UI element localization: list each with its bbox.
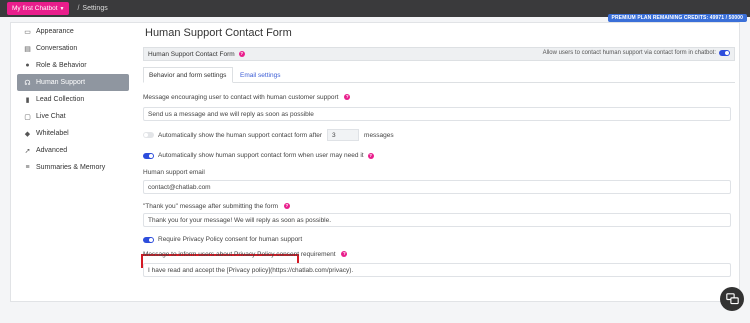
headset-icon: ☊ bbox=[24, 79, 31, 87]
settings-sidebar: ▭ Appearance ▤ Conversation ● Role & Beh… bbox=[17, 23, 129, 176]
thank-you-message-label: "Thank you" message after submitting the… bbox=[143, 203, 290, 210]
input-value: I have read and accept the [Privacy poli… bbox=[148, 266, 354, 274]
sidebar-item-advanced[interactable]: ➚ Advanced bbox=[17, 142, 129, 159]
tab-behavior-form-settings[interactable]: Behavior and form settings bbox=[143, 67, 233, 83]
allow-contact-form-toggle[interactable] bbox=[719, 50, 730, 56]
privacy-consent-label: Require Privacy Policy consent for human… bbox=[158, 236, 303, 243]
support-chat-button[interactable] bbox=[720, 287, 744, 311]
tag-icon: ◆ bbox=[24, 130, 31, 138]
auto-show-after-toggle[interactable] bbox=[143, 132, 154, 138]
privacy-consent-row: Require Privacy Policy consent for human… bbox=[143, 236, 302, 243]
thank-you-message-input[interactable]: Thank you for your message! We will repl… bbox=[143, 213, 731, 227]
chat-bubbles-icon bbox=[725, 292, 739, 304]
sidebar-item-label: Advanced bbox=[36, 147, 68, 154]
tab-bar: Behavior and form settings Email setting… bbox=[143, 67, 735, 83]
auto-show-messages-count-input[interactable]: 3 bbox=[327, 129, 360, 141]
auto-show-after-suffix: messages bbox=[364, 131, 394, 139]
chat-bubbles-icon: ▤ bbox=[24, 45, 31, 53]
input-value: 3 bbox=[332, 131, 336, 139]
auto-show-after-row: Automatically show the human support con… bbox=[143, 129, 394, 141]
encourage-message-label: Message encouraging user to contact with… bbox=[143, 94, 351, 101]
chatbot-selector-button[interactable]: My first Chatbot ▼ bbox=[7, 2, 70, 15]
sidebar-item-label: Appearance bbox=[36, 28, 74, 35]
auto-show-need-label: Automatically show human support contact… bbox=[158, 152, 364, 159]
sidebar-item-appearance[interactable]: ▭ Appearance bbox=[17, 23, 129, 40]
encourage-message-input[interactable]: Send us a message and we will reply as s… bbox=[143, 107, 731, 121]
tab-email-settings[interactable]: Email settings bbox=[235, 67, 285, 83]
auto-show-after-label: Automatically show the human support con… bbox=[158, 131, 323, 139]
allow-contact-form-label: Allow users to contact human support via… bbox=[542, 50, 716, 56]
list-icon: ≡ bbox=[25, 164, 30, 171]
user-icon: ● bbox=[25, 62, 30, 69]
sidebar-item-label: Whitelabel bbox=[36, 130, 69, 137]
settings-panel: ▭ Appearance ▤ Conversation ● Role & Beh… bbox=[10, 22, 740, 302]
sidebar-item-conversation[interactable]: ▤ Conversation bbox=[17, 40, 129, 57]
breadcrumb-separator: / bbox=[77, 5, 80, 12]
privacy-message-label: Message to inform users about Privacy Po… bbox=[143, 251, 348, 258]
label-text: "Thank you" message after submitting the… bbox=[143, 203, 279, 210]
help-icon[interactable]: ? bbox=[341, 251, 348, 258]
input-value: Thank you for your message! We will repl… bbox=[148, 216, 332, 224]
input-value: Send us a message and we will reply as s… bbox=[148, 110, 314, 118]
sidebar-item-label: Human Support bbox=[36, 79, 86, 86]
sidebar-item-label: Conversation bbox=[36, 45, 78, 52]
support-email-input[interactable]: contact@chatlab.com bbox=[143, 180, 731, 194]
allow-contact-form-setting: Allow users to contact human support via… bbox=[543, 50, 730, 56]
label-text: Message encouraging user to contact with… bbox=[143, 94, 339, 101]
sidebar-item-label: Role & Behavior bbox=[36, 62, 87, 69]
monitor-icon: ▭ bbox=[24, 28, 31, 36]
sidebar-item-label: Live Chat bbox=[36, 113, 66, 120]
privacy-message-input[interactable]: I have read and accept the [Privacy poli… bbox=[143, 263, 731, 277]
section-header: Human Support Contact Form ? Allow users… bbox=[143, 47, 735, 61]
section-title: Human Support Contact Form bbox=[148, 50, 235, 58]
help-icon[interactable]: ? bbox=[344, 94, 351, 101]
support-email-label: Human support email bbox=[143, 169, 205, 176]
sidebar-item-lead-collection[interactable]: ▮ Lead Collection bbox=[17, 91, 129, 108]
breadcrumb-settings: Settings bbox=[82, 5, 108, 12]
auto-show-need-toggle[interactable] bbox=[143, 152, 154, 159]
tab-label: Email settings bbox=[240, 71, 281, 79]
sidebar-item-live-chat[interactable]: ▢ Live Chat bbox=[17, 108, 129, 125]
chevron-down-icon: ▼ bbox=[59, 5, 65, 12]
sidebar-item-label: Lead Collection bbox=[36, 96, 85, 103]
help-icon[interactable]: ? bbox=[367, 152, 374, 159]
sidebar-item-human-support[interactable]: ☊ Human Support bbox=[17, 74, 129, 91]
tab-label: Behavior and form settings bbox=[149, 71, 227, 79]
page-title: Human Support Contact Form bbox=[145, 27, 292, 39]
rocket-icon: ➚ bbox=[24, 147, 31, 155]
help-icon[interactable]: ? bbox=[238, 51, 245, 57]
sidebar-item-role-behavior[interactable]: ● Role & Behavior bbox=[17, 57, 129, 74]
address-book-icon: ▮ bbox=[25, 96, 30, 104]
label-text: Message to inform users about Privacy Po… bbox=[143, 251, 336, 258]
plan-credits-badge: PREMIUM PLAN REMAINING CREDITS: 49971 / … bbox=[607, 14, 747, 22]
sidebar-item-label: Summaries & Memory bbox=[36, 164, 106, 171]
sidebar-item-whitelabel[interactable]: ◆ Whitelabel bbox=[17, 125, 129, 142]
help-icon[interactable]: ? bbox=[283, 203, 290, 210]
auto-show-need-row: Automatically show human support contact… bbox=[143, 152, 374, 159]
chatbot-selector-label: My first Chatbot bbox=[12, 5, 58, 12]
chat-icon: ▢ bbox=[24, 113, 31, 121]
sidebar-item-summaries-memory[interactable]: ≡ Summaries & Memory bbox=[17, 159, 129, 176]
label-text: Human support email bbox=[143, 169, 205, 176]
privacy-consent-toggle[interactable] bbox=[143, 236, 154, 243]
input-value: contact@chatlab.com bbox=[148, 183, 211, 191]
